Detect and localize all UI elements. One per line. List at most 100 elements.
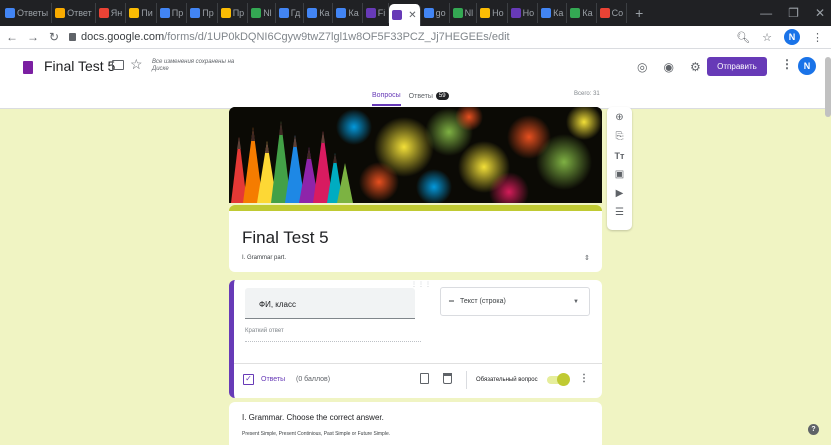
- close-tab-icon[interactable]: ✕: [408, 10, 416, 21]
- delete-icon[interactable]: [443, 373, 452, 384]
- title-card-heading[interactable]: Final Test 5: [242, 228, 329, 248]
- help-icon[interactable]: ?: [808, 424, 819, 435]
- question-type-select[interactable]: ═ Текст (строка) ▼: [440, 287, 590, 316]
- browser-tab[interactable]: Nl: [248, 3, 276, 23]
- browser-tab-label: Ка: [582, 8, 593, 18]
- add-image-icon[interactable]: ▣: [613, 168, 627, 181]
- forms-header: Final Test 5 ☆ Все изменения сохранены н…: [0, 49, 831, 109]
- slides-icon: [220, 8, 231, 18]
- close-window-button[interactable]: ✕: [815, 6, 825, 20]
- required-toggle[interactable]: [547, 373, 570, 386]
- user-avatar[interactable]: N: [798, 57, 816, 75]
- restore-button[interactable]: ❐: [788, 6, 799, 20]
- browser-tab[interactable]: Но: [477, 3, 508, 23]
- video-icon: [599, 8, 610, 18]
- tab-answers[interactable]: Ответы 59: [409, 86, 449, 106]
- add-question-icon[interactable]: ⊕: [613, 111, 627, 124]
- browser-tab[interactable]: Ответы: [2, 3, 53, 23]
- url-path: /forms/d/1UP0kDQNI6Cgyw9twZ7lgl1w8OF5F33…: [164, 31, 510, 43]
- answer-key-link[interactable]: Ответы: [261, 376, 285, 383]
- browser-tab[interactable]: Пр: [187, 3, 218, 23]
- google-icon: [423, 8, 434, 18]
- required-label: Обязательный вопрос: [476, 377, 538, 383]
- browser-tab-label: Ка: [553, 8, 564, 18]
- import-questions-icon[interactable]: ⎘: [613, 130, 627, 143]
- add-section-icon[interactable]: ☰: [613, 206, 627, 219]
- tab-questions-label: Вопросы: [372, 91, 401, 99]
- answer-key-icon[interactable]: ✓: [243, 374, 254, 385]
- browser-tab[interactable]: Гд: [276, 3, 305, 23]
- forms-logo-icon[interactable]: [23, 61, 33, 74]
- header-banner-image: [229, 107, 602, 203]
- profile-avatar[interactable]: N: [784, 29, 800, 45]
- tab-list: Ответы Ответ Ян Пи Пр Пр Пр Nl Гд Ка Ка Fi ✕ go Nl Но Но…: [0, 0, 651, 26]
- page-scrollbar[interactable]: [825, 57, 831, 117]
- bookmark-star-icon[interactable]: ☆: [762, 31, 772, 44]
- browser-tab-strip: Ответы Ответ Ян Пи Пр Пр Пр Nl Гд Ка Ка Fi ✕ go Nl Но Но…: [0, 0, 831, 26]
- new-tab-button[interactable]: +: [627, 5, 651, 21]
- short-text-type-icon: ═: [449, 298, 454, 305]
- browser-tab[interactable]: Fi: [363, 3, 390, 23]
- google-icon: [307, 8, 318, 18]
- browser-tab[interactable]: Co: [597, 3, 628, 23]
- browser-tab[interactable]: Пр: [157, 3, 188, 23]
- browser-tab[interactable]: Но: [508, 3, 539, 23]
- send-button[interactable]: Отправить: [707, 57, 767, 76]
- forms-icon: [510, 8, 521, 18]
- browser-tab[interactable]: Ка: [304, 3, 334, 23]
- form-title[interactable]: Final Test 5: [44, 58, 115, 74]
- mail-icon: [129, 8, 140, 18]
- back-icon[interactable]: ←: [3, 30, 21, 44]
- browser-tab[interactable]: ✕: [389, 4, 421, 26]
- tab-questions[interactable]: Вопросы: [372, 86, 401, 106]
- browser-tab[interactable]: Ка: [538, 3, 568, 23]
- lock-icon: [69, 33, 76, 41]
- question-more-icon[interactable]: ⋮: [579, 373, 589, 384]
- add-video-icon[interactable]: ▶: [613, 187, 627, 200]
- folder-icon[interactable]: [112, 60, 124, 70]
- toggle-knob: [557, 373, 570, 386]
- reload-icon[interactable]: ↻: [45, 30, 63, 44]
- browser-tab[interactable]: Ян: [96, 3, 127, 23]
- minimize-button[interactable]: —: [760, 6, 772, 20]
- divider: [466, 371, 467, 389]
- browser-tab[interactable]: Ка: [333, 3, 363, 23]
- total-points: Всего: 31: [574, 91, 600, 97]
- forms-icon: [365, 8, 376, 18]
- doc-icon: [159, 8, 170, 18]
- browser-tab[interactable]: Пр: [218, 3, 249, 23]
- browser-tab[interactable]: Пи: [126, 3, 157, 23]
- more-icon[interactable]: ⋮: [781, 57, 793, 71]
- expand-icon[interactable]: ⇕: [584, 254, 590, 262]
- doc-icon: [5, 8, 15, 18]
- palette-icon[interactable]: ◎: [637, 60, 647, 74]
- browser-tab[interactable]: Ка: [567, 3, 597, 23]
- yandex-icon: [98, 8, 109, 18]
- star-icon[interactable]: ☆: [130, 56, 143, 73]
- preview-eye-icon[interactable]: ◉: [663, 60, 673, 74]
- duplicate-icon[interactable]: [420, 373, 429, 384]
- browser-tab[interactable]: go: [421, 3, 450, 23]
- browser-menu-icon[interactable]: ⋮: [812, 31, 823, 44]
- browser-tab[interactable]: Ответ: [52, 3, 96, 23]
- add-title-icon[interactable]: Tт: [613, 149, 627, 162]
- question-type-label: Текст (строка): [459, 298, 506, 305]
- zoom-icon[interactable]: 🔍︎: [736, 31, 750, 44]
- form-title-card[interactable]: Final Test 5 I. Grammar part. ⇕: [229, 205, 602, 272]
- forward-icon[interactable]: →: [24, 30, 42, 44]
- drag-handle-icon[interactable]: ⋮⋮⋮: [411, 281, 432, 288]
- browser-tab[interactable]: Nl: [450, 3, 478, 23]
- question-card[interactable]: ⋮⋮⋮ ФИ, класс ═ Текст (строка) ▼ Краткий…: [229, 280, 602, 398]
- google-icon: [336, 8, 347, 18]
- url-field[interactable]: docs.google.com/forms/d/1UP0kDQNI6Cgyw9t…: [69, 31, 510, 43]
- browser-tab-label: Nl: [263, 8, 272, 18]
- question-title-field[interactable]: ФИ, класс: [245, 288, 415, 319]
- browser-tab-label: Ка: [319, 8, 330, 18]
- title-card-description[interactable]: I. Grammar part.: [242, 255, 286, 261]
- settings-gear-icon[interactable]: ⚙︎: [690, 60, 701, 74]
- browser-tab-label: Пр: [202, 8, 214, 18]
- saved-status: Все изменения сохранены на Диске: [152, 59, 235, 72]
- browser-tab-label: Fi: [377, 8, 386, 18]
- tab-answers-label: Ответы: [408, 92, 433, 100]
- question-card-2[interactable]: I. Grammar. Choose the correct answer. P…: [229, 402, 602, 445]
